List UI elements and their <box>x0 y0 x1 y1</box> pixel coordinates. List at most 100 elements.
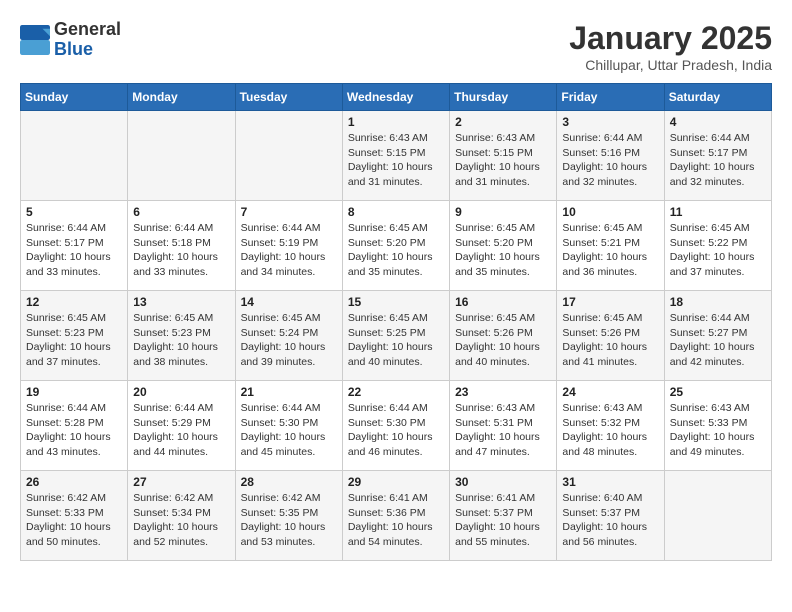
day-number: 8 <box>348 205 444 219</box>
calendar-cell: 11Sunrise: 6:45 AMSunset: 5:22 PMDayligh… <box>664 201 771 291</box>
day-number: 28 <box>241 475 337 489</box>
header-monday: Monday <box>128 84 235 111</box>
calendar-cell: 23 Sunrise: 6:43 AMSunset: 5:31 PMDayligh… <box>450 381 557 471</box>
day-info: Sunrise: 6:45 AMSunset: 5:24 PMDaylight:… <box>241 311 337 370</box>
day-number: 29 <box>348 475 444 489</box>
day-number: 13 <box>133 295 229 309</box>
day-number: 19 <box>26 385 122 399</box>
day-number: 9 <box>455 205 551 219</box>
calendar-cell: 15 Sunrise: 6:45 AMSunset: 5:25 PMDayligh… <box>342 291 449 381</box>
header-wednesday: Wednesday <box>342 84 449 111</box>
calendar-cell: 30 Sunrise: 6:41 AMSunset: 5:37 PMDayligh… <box>450 471 557 561</box>
calendar-cell <box>664 471 771 561</box>
day-number: 4 <box>670 115 766 129</box>
calendar-cell <box>21 111 128 201</box>
day-info: Sunrise: 6:44 AMSunset: 5:19 PMDaylight:… <box>241 221 337 280</box>
day-info: Sunrise: 6:44 AMSunset: 5:17 PMDaylight:… <box>26 221 122 280</box>
title-area: January 2025 Chillupar, Uttar Pradesh, I… <box>569 20 772 73</box>
day-info: Sunrise: 6:43 AMSunset: 5:32 PMDaylight:… <box>562 401 658 460</box>
days-header-row: Sunday Monday Tuesday Wednesday Thursday… <box>21 84 772 111</box>
calendar-cell: 2Sunrise: 6:43 AMSunset: 5:15 PMDaylight… <box>450 111 557 201</box>
calendar-cell: 3Sunrise: 6:44 AMSunset: 5:16 PMDaylight… <box>557 111 664 201</box>
day-info: Sunrise: 6:44 AMSunset: 5:30 PMDaylight:… <box>348 401 444 460</box>
day-info: Sunrise: 6:43 AMSunset: 5:15 PMDaylight:… <box>348 131 444 190</box>
day-info: Sunrise: 6:45 AMSunset: 5:21 PMDaylight:… <box>562 221 658 280</box>
calendar-cell: 4 Sunrise: 6:44 AMSunset: 5:17 PMDaylight… <box>664 111 771 201</box>
logo-text: General Blue <box>54 20 121 60</box>
day-number: 5 <box>26 205 122 219</box>
day-info: Sunrise: 6:44 AMSunset: 5:27 PMDaylight:… <box>670 311 766 370</box>
day-info: Sunrise: 6:44 AMSunset: 5:29 PMDaylight:… <box>133 401 229 460</box>
day-number: 20 <box>133 385 229 399</box>
calendar-cell: 25 Sunrise: 6:43 AMSunset: 5:33 PMDayligh… <box>664 381 771 471</box>
calendar-cell <box>128 111 235 201</box>
day-number: 10 <box>562 205 658 219</box>
day-number: 17 <box>562 295 658 309</box>
day-number: 18 <box>670 295 766 309</box>
day-number: 22 <box>348 385 444 399</box>
calendar-week-1: 1 Sunrise: 6:43 AMSunset: 5:15 PMDaylight… <box>21 111 772 201</box>
calendar-cell: 18 Sunrise: 6:44 AMSunset: 5:27 PMDayligh… <box>664 291 771 381</box>
calendar-cell: 14 Sunrise: 6:45 AMSunset: 5:24 PMDayligh… <box>235 291 342 381</box>
header-saturday: Saturday <box>664 84 771 111</box>
day-info: Sunrise: 6:44 AMSunset: 5:30 PMDaylight:… <box>241 401 337 460</box>
day-number: 16 <box>455 295 551 309</box>
day-number: 14 <box>241 295 337 309</box>
day-info: Sunrise: 6:44 AMSunset: 5:18 PMDaylight:… <box>133 221 229 280</box>
day-info: Sunrise: 6:45 AMSunset: 5:22 PMDaylight:… <box>670 221 766 280</box>
day-number: 23 <box>455 385 551 399</box>
calendar-cell: 7 Sunrise: 6:44 AMSunset: 5:19 PMDaylight… <box>235 201 342 291</box>
day-number: 2 <box>455 115 551 129</box>
day-info: Sunrise: 6:42 AMSunset: 5:34 PMDaylight:… <box>133 491 229 550</box>
day-number: 7 <box>241 205 337 219</box>
calendar-subtitle: Chillupar, Uttar Pradesh, India <box>569 57 772 73</box>
day-info: Sunrise: 6:43 AMSunset: 5:33 PMDaylight:… <box>670 401 766 460</box>
day-info: Sunrise: 6:43 AMSunset: 5:31 PMDaylight:… <box>455 401 551 460</box>
calendar-cell: 22 Sunrise: 6:44 AMSunset: 5:30 PMDayligh… <box>342 381 449 471</box>
day-info: Sunrise: 6:44 AMSunset: 5:17 PMDaylight:… <box>670 131 766 190</box>
header-thursday: Thursday <box>450 84 557 111</box>
calendar-cell: 26 Sunrise: 6:42 AMSunset: 5:33 PMDayligh… <box>21 471 128 561</box>
day-number: 30 <box>455 475 551 489</box>
day-number: 27 <box>133 475 229 489</box>
day-info: Sunrise: 6:40 AMSunset: 5:37 PMDaylight:… <box>562 491 658 550</box>
calendar-cell: 13 Sunrise: 6:45 AMSunset: 5:23 PMDayligh… <box>128 291 235 381</box>
day-number: 25 <box>670 385 766 399</box>
day-number: 3 <box>562 115 658 129</box>
header-tuesday: Tuesday <box>235 84 342 111</box>
day-info: Sunrise: 6:45 AMSunset: 5:26 PMDaylight:… <box>455 311 551 370</box>
day-info: Sunrise: 6:45 AMSunset: 5:20 PMDaylight:… <box>455 221 551 280</box>
calendar-cell: 19 Sunrise: 6:44 AMSunset: 5:28 PMDayligh… <box>21 381 128 471</box>
day-info: Sunrise: 6:41 AMSunset: 5:36 PMDaylight:… <box>348 491 444 550</box>
calendar-cell: 29 Sunrise: 6:41 AMSunset: 5:36 PMDayligh… <box>342 471 449 561</box>
calendar-week-5: 26 Sunrise: 6:42 AMSunset: 5:33 PMDayligh… <box>21 471 772 561</box>
day-number: 26 <box>26 475 122 489</box>
day-number: 21 <box>241 385 337 399</box>
header: General Blue January 2025 Chillupar, Utt… <box>20 20 772 73</box>
calendar-cell: 6Sunrise: 6:44 AMSunset: 5:18 PMDaylight… <box>128 201 235 291</box>
day-number: 15 <box>348 295 444 309</box>
logo-blue: Blue <box>54 39 93 59</box>
day-info: Sunrise: 6:44 AMSunset: 5:28 PMDaylight:… <box>26 401 122 460</box>
day-info: Sunrise: 6:42 AMSunset: 5:35 PMDaylight:… <box>241 491 337 550</box>
calendar-cell: 10 Sunrise: 6:45 AMSunset: 5:21 PMDayligh… <box>557 201 664 291</box>
calendar-week-3: 12 Sunrise: 6:45 AMSunset: 5:23 PMDayligh… <box>21 291 772 381</box>
day-info: Sunrise: 6:42 AMSunset: 5:33 PMDaylight:… <box>26 491 122 550</box>
day-info: Sunrise: 6:45 AMSunset: 5:25 PMDaylight:… <box>348 311 444 370</box>
calendar-cell: 5 Sunrise: 6:44 AMSunset: 5:17 PMDaylight… <box>21 201 128 291</box>
day-info: Sunrise: 6:45 AMSunset: 5:23 PMDaylight:… <box>133 311 229 370</box>
logo-icon <box>20 25 50 55</box>
day-number: 24 <box>562 385 658 399</box>
day-info: Sunrise: 6:41 AMSunset: 5:37 PMDaylight:… <box>455 491 551 550</box>
calendar-cell: 21 Sunrise: 6:44 AMSunset: 5:30 PMDayligh… <box>235 381 342 471</box>
calendar-cell: 12Sunrise: 6:45 AMSunset: 5:23 PMDayligh… <box>21 291 128 381</box>
day-number: 1 <box>348 115 444 129</box>
calendar-cell: 27 Sunrise: 6:42 AMSunset: 5:34 PMDayligh… <box>128 471 235 561</box>
logo: General Blue <box>20 20 121 60</box>
calendar-cell: 8Sunrise: 6:45 AMSunset: 5:20 PMDaylight… <box>342 201 449 291</box>
calendar-cell: 28 Sunrise: 6:42 AMSunset: 5:35 PMDayligh… <box>235 471 342 561</box>
calendar-table: Sunday Monday Tuesday Wednesday Thursday… <box>20 83 772 561</box>
calendar-cell <box>235 111 342 201</box>
day-number: 12 <box>26 295 122 309</box>
calendar-title: January 2025 <box>569 20 772 57</box>
